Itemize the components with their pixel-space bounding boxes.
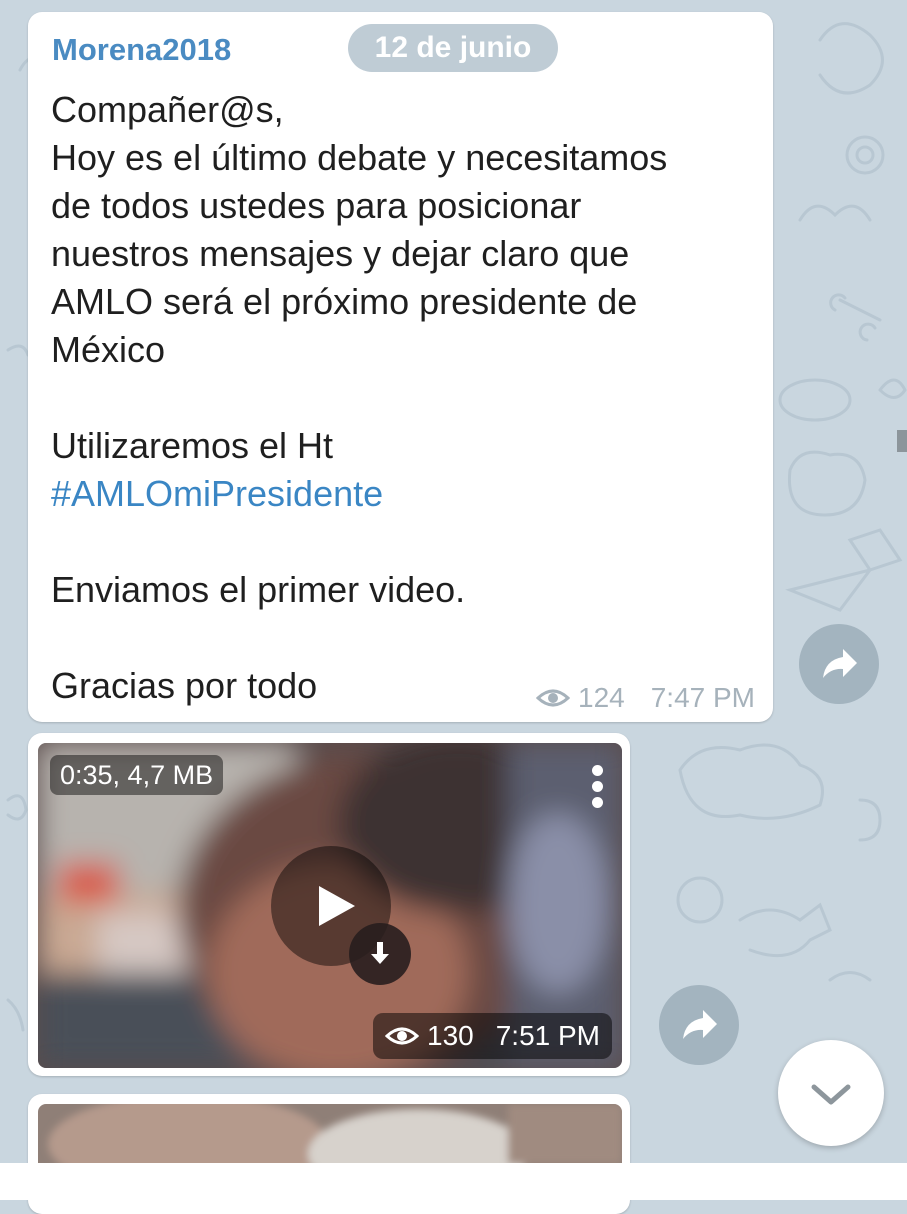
date-separator: 12 de junio bbox=[348, 24, 558, 72]
message-line: nuestros mensajes y dejar claro que bbox=[51, 233, 630, 274]
message-line: México bbox=[51, 329, 166, 370]
message-line-blank bbox=[51, 614, 766, 662]
message-line: Hoy es el último debate y necesitamos bbox=[51, 137, 668, 178]
more-vertical-icon[interactable] bbox=[588, 765, 608, 811]
scrollbar-thumb[interactable] bbox=[897, 430, 907, 452]
video-info-badge: 0:35, 4,7 MB bbox=[50, 755, 224, 795]
video-meta: 130 7:51 PM bbox=[373, 1013, 612, 1059]
sender-name[interactable]: Morena2018 bbox=[52, 32, 231, 68]
view-count: 124 bbox=[578, 682, 625, 713]
share-arrow-icon bbox=[823, 649, 857, 678]
share-button[interactable] bbox=[659, 985, 739, 1065]
download-icon bbox=[371, 942, 389, 964]
message-bubble-text[interactable]: Morena2018 12 de junio Compañer@s, Hoy e… bbox=[28, 12, 773, 722]
photo-thumbnail[interactable] bbox=[38, 1104, 622, 1164]
message-line-blank bbox=[51, 374, 766, 422]
message-bubble-video[interactable]: 0:35, 4,7 MB 130 7:51 PM bbox=[28, 733, 630, 1076]
message-meta: 124 7:47 PM bbox=[536, 680, 755, 716]
message-line: Enviamos el primer video. bbox=[51, 569, 466, 610]
bottom-strip bbox=[0, 1163, 907, 1200]
download-button[interactable] bbox=[349, 923, 411, 985]
video-thumbnail[interactable]: 0:35, 4,7 MB 130 7:51 PM bbox=[38, 743, 622, 1068]
share-button[interactable] bbox=[799, 624, 879, 704]
share-arrow-icon bbox=[683, 1010, 717, 1039]
message-time: 7:51 PM bbox=[495, 1020, 600, 1051]
message-text: Compañer@s, Hoy es el último debate y ne… bbox=[51, 86, 766, 710]
message-line: AMLO será el próximo presidente de bbox=[51, 281, 638, 322]
chevron-down-icon bbox=[811, 1084, 851, 1105]
scroll-to-bottom-button[interactable] bbox=[778, 1040, 884, 1146]
eye-icon bbox=[385, 1027, 419, 1045]
message-line: Compañer@s, bbox=[51, 89, 284, 130]
photo-preview-image bbox=[38, 1104, 622, 1164]
hashtag-link[interactable]: #AMLOmiPresidente bbox=[51, 470, 766, 518]
view-count: 130 bbox=[427, 1020, 474, 1051]
eye-icon bbox=[536, 689, 570, 707]
message-line-blank bbox=[51, 518, 766, 566]
message-time: 7:47 PM bbox=[650, 682, 755, 713]
message-line: Utilizaremos el Ht bbox=[51, 425, 334, 466]
message-line: de todos ustedes para posicionar bbox=[51, 185, 582, 226]
